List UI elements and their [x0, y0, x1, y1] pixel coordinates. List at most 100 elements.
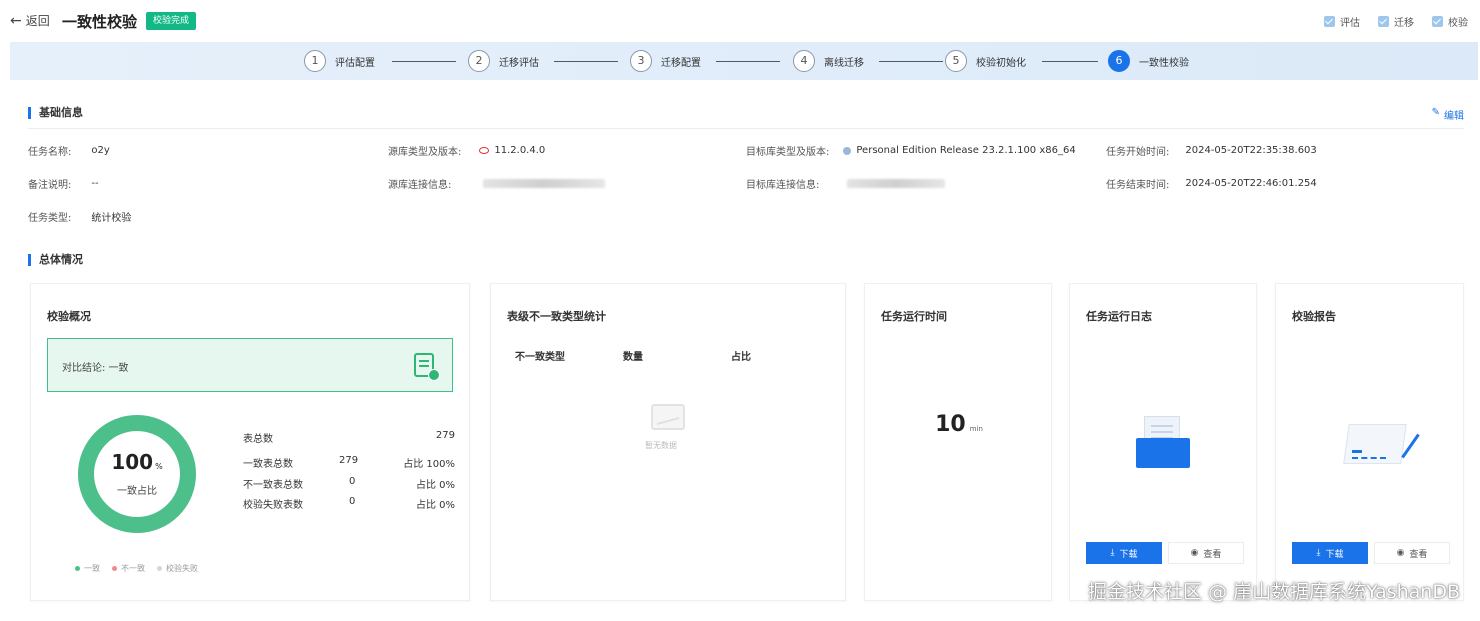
result-box: 对比结论: 一致 — [47, 338, 453, 392]
mode-check-label: 迁移 — [1394, 18, 1414, 29]
card-title: 校验报告 — [1292, 310, 1336, 323]
stat-count: 279 — [339, 455, 359, 466]
download-report-button[interactable]: ⤓ 下载 — [1292, 542, 1368, 564]
legend-item[interactable]: 校验失败 — [157, 563, 198, 574]
card-runtime: 任务运行时间 10 min — [864, 283, 1052, 601]
arrow-left-icon: ← — [10, 12, 22, 29]
redacted-text — [847, 179, 946, 188]
report-dashed-line — [1352, 457, 1386, 459]
stat-ratio: 占比 0% — [415, 500, 455, 511]
card-title: 表级不一致类型统计 — [507, 310, 606, 323]
step-migration-config[interactable]: 3 迁移配置 — [630, 50, 701, 72]
download-log-button[interactable]: ⤓ 下载 — [1086, 542, 1162, 564]
progress-stepper: 1 评估配置 2 迁移评估 3 迁移配置 4 离线迁移 5 校验初始化 6 一致… — [10, 42, 1478, 80]
watermark: 掘金技术社区 @ 崖山数据库系统YashanDB — [1087, 581, 1460, 603]
runtime-value: 10 min — [865, 412, 1053, 437]
info-value: Personal Edition Release 23.2.1.100 x86_… — [843, 145, 1076, 156]
step-connector — [392, 61, 456, 62]
info-task-type: 任务类型: 统计校验 — [28, 209, 131, 224]
section-title-basic-info: 基础信息 — [28, 107, 83, 119]
section-title-overview: 总体情况 — [28, 254, 83, 266]
view-report-button[interactable]: ◉ 查看 — [1374, 542, 1450, 564]
stat-name: 校验失败表数 — [243, 500, 303, 511]
donut-legend: 一致 不一致 校验失败 — [75, 563, 198, 574]
checkbox-checked-icon[interactable] — [1432, 16, 1443, 27]
folder-icon — [1136, 416, 1190, 468]
step-number: 6 — [1108, 50, 1130, 72]
button-label: 查看 — [1409, 549, 1428, 560]
step-connector — [716, 61, 780, 62]
card-title: 任务运行日志 — [1086, 310, 1152, 323]
step-offline-migration[interactable]: 4 离线迁移 — [793, 50, 864, 72]
download-icon: ⤓ — [1316, 548, 1321, 558]
runtime-number: 10 — [935, 412, 966, 437]
mode-check-migrate[interactable]: 迁移 — [1378, 14, 1414, 29]
info-value-redacted — [483, 179, 606, 188]
stat-name: 不一致表总数 — [243, 480, 303, 491]
source-version: 11.2.0.4.0 — [494, 145, 546, 156]
back-button[interactable]: ← 返回 — [10, 12, 50, 29]
legend-item[interactable]: 不一致 — [112, 563, 145, 574]
info-key: 目标库类型及版本: — [746, 147, 830, 158]
target-version: Personal Edition Release 23.2.1.100 x86_… — [856, 145, 1076, 156]
report-line — [1352, 450, 1362, 453]
back-label: 返回 — [25, 14, 50, 28]
donut-chart: 100% 一致占比 — [77, 414, 197, 534]
info-task-name: 任务名称: o2y — [28, 143, 110, 158]
card-title: 任务运行时间 — [881, 310, 947, 323]
info-key: 源库连接信息: — [388, 180, 452, 191]
info-target-type: 目标库类型及版本: Personal Edition Release 23.2.… — [746, 143, 1076, 158]
info-key: 任务名称: — [28, 147, 72, 158]
legend-label: 不一致 — [121, 564, 145, 573]
view-log-button[interactable]: ◉ 查看 — [1168, 542, 1244, 564]
card-run-log: 任务运行日志 ⤓ 下载 ◉ 查看 — [1069, 283, 1257, 601]
checkbox-checked-icon[interactable] — [1324, 16, 1335, 27]
mode-check-verify[interactable]: 校验 — [1432, 14, 1468, 29]
check-badge-icon — [428, 369, 440, 381]
page-header: ← 返回 一致性校验 校验完成 评估 迁移 校验 — [0, 0, 1480, 42]
step-connector — [1042, 61, 1098, 62]
info-key: 备注说明: — [28, 180, 72, 191]
step-number: 5 — [945, 50, 967, 72]
step-consistency-check[interactable]: 6 一致性校验 — [1108, 50, 1189, 72]
info-key: 任务类型: — [28, 213, 72, 224]
info-value: 统计校验 — [91, 213, 132, 224]
step-label: 迁移配置 — [661, 57, 701, 69]
mode-check-label: 校验 — [1448, 18, 1468, 29]
stat-count: 0 — [349, 476, 356, 487]
empty-inbox-icon — [651, 404, 685, 430]
step-assess-config[interactable]: 1 评估配置 — [304, 50, 375, 72]
step-verify-init[interactable]: 5 校验初始化 — [945, 50, 1026, 72]
edit-label: 编辑 — [1444, 111, 1464, 122]
legend-dot-icon — [75, 566, 80, 571]
info-key: 任务开始时间: — [1106, 147, 1170, 158]
mode-check-label: 评估 — [1340, 18, 1360, 29]
button-label: 下载 — [1325, 549, 1344, 560]
info-source-conn: 源库连接信息: — [388, 176, 606, 191]
stat-count: 0 — [349, 496, 356, 507]
donut-percent: 100% — [77, 450, 197, 474]
edit-button[interactable]: ✎ 编辑 — [1432, 107, 1464, 122]
info-key: 源库类型及版本: — [388, 147, 462, 158]
runtime-unit: min — [969, 425, 983, 433]
legend-dot-icon — [157, 566, 162, 571]
button-label: 查看 — [1203, 549, 1222, 560]
step-label: 校验初始化 — [976, 57, 1026, 69]
pencil-icon: ✎ — [1431, 107, 1440, 118]
eye-icon: ◉ — [1396, 548, 1405, 558]
info-start-time: 任务开始时间: 2024-05-20T22:35:38.603 — [1106, 143, 1317, 158]
stat-name: 表总数 — [243, 434, 273, 445]
mode-check-assess[interactable]: 评估 — [1324, 14, 1360, 29]
card-title: 校验概况 — [47, 310, 91, 323]
column-header: 占比 — [731, 352, 751, 363]
report-icon — [1343, 424, 1420, 468]
checkbox-checked-icon[interactable] — [1378, 16, 1389, 27]
yashan-db-icon — [843, 146, 852, 155]
donut-label: 一致占比 — [117, 486, 157, 497]
stat-ratio: 占比 0% — [415, 480, 455, 491]
step-label: 迁移评估 — [499, 57, 539, 69]
legend-item[interactable]: 一致 — [75, 563, 100, 574]
mode-checkboxes: 评估 迁移 校验 — [1324, 14, 1468, 29]
step-migration-assess[interactable]: 2 迁移评估 — [468, 50, 539, 72]
info-key: 任务结束时间: — [1106, 180, 1170, 191]
